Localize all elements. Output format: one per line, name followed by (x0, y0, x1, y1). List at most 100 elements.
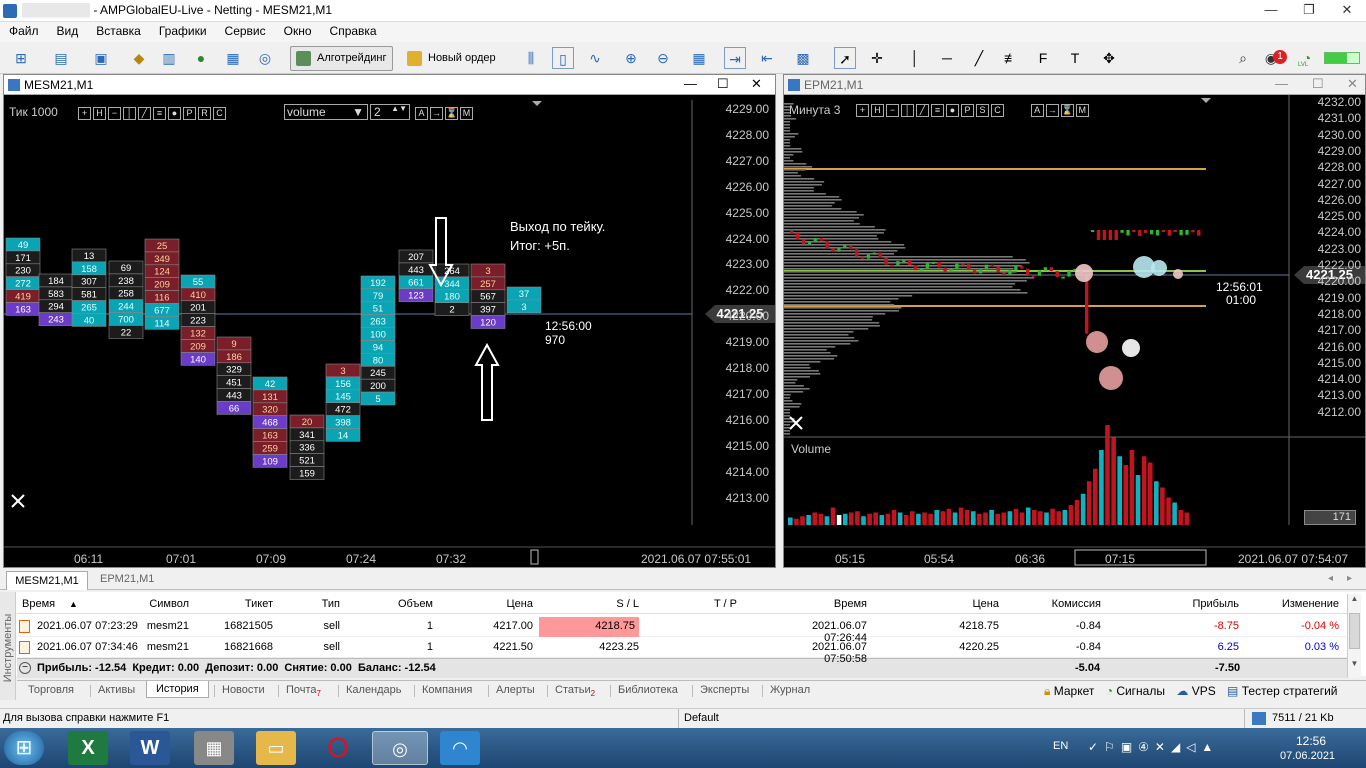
menu-window[interactable]: Окно (275, 22, 321, 40)
candle-chart-icon[interactable]: ▯ (552, 47, 574, 69)
calculator-icon[interactable]: ▦ (194, 731, 234, 765)
menu-tools[interactable]: Сервис (216, 22, 275, 40)
column-header[interactable]: Тикет (213, 598, 273, 610)
menu-help[interactable]: Справка (321, 22, 386, 40)
table-scrollbar[interactable]: ▲ ▼ (1347, 594, 1361, 678)
deal-sell-icon (19, 641, 30, 654)
terminal-tab[interactable]: Библиотека (618, 684, 678, 696)
column-header[interactable]: T / P (677, 598, 737, 610)
chart-tab-mesm21[interactable]: MESM21,M1 (6, 571, 88, 590)
terminal-tab[interactable]: Журнал (770, 684, 810, 696)
terminal-tab[interactable]: История (146, 681, 209, 698)
tile-windows-icon[interactable]: ▦ (688, 47, 710, 69)
trendline-icon[interactable]: ╱ (968, 47, 990, 69)
table-row[interactable]: 2021.06.07 07:23:29 mesm21 16821505 sell 1 42… (17, 617, 1347, 644)
start-button[interactable]: ⊞ (4, 731, 44, 765)
excel-icon[interactable]: X (68, 731, 108, 765)
horizontal-line-icon[interactable]: ─ (936, 47, 958, 69)
indicators-icon[interactable]: ▩ (792, 47, 814, 69)
menu-charts[interactable]: Графики (150, 22, 216, 40)
terminal-tab[interactable]: Почта7 (286, 684, 321, 698)
vps-link[interactable]: VPS (1192, 684, 1216, 698)
right-chart-minimize[interactable]: — (1275, 76, 1288, 91)
left-chart-minimize[interactable]: — (684, 76, 697, 91)
column-header[interactable]: Прибыль (1179, 598, 1239, 610)
terminal-tab[interactable]: Эксперты (700, 684, 749, 696)
market-watch-icon[interactable]: ▣ (90, 47, 112, 69)
strategy-icon[interactable]: ● (190, 47, 212, 69)
terminal-tab[interactable]: Торговля (28, 684, 74, 696)
tabs-right-icon[interactable]: ▸ (1347, 573, 1352, 584)
tester-icon[interactable]: ◎ (254, 47, 276, 69)
text-icon[interactable]: T (1064, 47, 1086, 69)
column-header[interactable]: S / L (579, 598, 639, 610)
zoom-out-icon[interactable]: ⊖ (652, 47, 674, 69)
chart-shift-icon[interactable]: ⇤ (756, 47, 778, 69)
fibo-icon[interactable]: F (1032, 47, 1054, 69)
zoom-in-icon[interactable]: ⊕ (620, 47, 642, 69)
metatrader-icon[interactable]: ◎ (372, 731, 428, 765)
scrollbar-thumb[interactable] (1349, 613, 1360, 649)
column-header[interactable]: Комиссия (1041, 598, 1101, 610)
autoscroll-icon[interactable]: ⇥ (724, 47, 746, 69)
terminal-tab[interactable]: Статьи2 (555, 684, 595, 698)
terminal-tab[interactable]: Активы (98, 684, 135, 696)
explorer-icon[interactable]: ▭ (256, 731, 296, 765)
restore-button[interactable]: ❐ (1290, 0, 1328, 20)
profile-bar (784, 409, 790, 411)
menu-insert[interactable]: Вставка (87, 22, 150, 40)
opera-icon[interactable]: O (318, 731, 358, 765)
column-header[interactable]: Время (807, 598, 867, 610)
column-header[interactable]: Тип (280, 598, 340, 610)
close-button[interactable]: ✕ (1328, 0, 1366, 20)
column-header[interactable]: Время (22, 598, 102, 610)
chart-tab-epm21[interactable]: EPM21,M1 (100, 573, 154, 585)
wifi-app-icon[interactable]: ◠ (440, 731, 480, 765)
market-link[interactable]: Маркет (1054, 684, 1095, 698)
left-chart-canvas[interactable]: 4917123027241916318458329424313158307581… (4, 95, 775, 569)
word-icon[interactable]: W (130, 731, 170, 765)
left-chart-close[interactable]: ✕ (751, 76, 762, 92)
right-chart-maximize[interactable]: ☐ (1312, 76, 1324, 92)
terminal-tab[interactable]: Новости (222, 684, 265, 696)
profile-bar (784, 376, 810, 378)
tester-link[interactable]: Тестер стратегий (1242, 684, 1338, 698)
search-icon[interactable]: ⌕ (1232, 47, 1254, 69)
data-window-icon[interactable]: ▥ (158, 47, 180, 69)
cursor-icon[interactable]: ➚ (834, 47, 856, 69)
signals-link[interactable]: Сигналы (1116, 684, 1165, 698)
algo-trading-button[interactable]: Алготрейдинг (290, 46, 394, 71)
tray-time[interactable]: 12:56 (1296, 734, 1326, 748)
left-chart-maximize[interactable]: ☐ (717, 76, 729, 92)
terminal-tab[interactable]: Компания (422, 684, 472, 696)
tray-lang[interactable]: EN (1053, 740, 1068, 752)
menu-file[interactable]: Файл (0, 22, 48, 40)
right-chart-close[interactable]: ✕ (1347, 76, 1358, 92)
column-header[interactable]: Символ (129, 598, 189, 610)
vertical-line-icon[interactable]: │ (904, 47, 926, 69)
terminal-icon[interactable]: ▦ (222, 47, 244, 69)
new-chart-icon[interactable]: ⊞ (10, 47, 32, 69)
collapse-icon[interactable]: − (19, 662, 31, 674)
terminal-tab[interactable]: Алерты (496, 684, 535, 696)
shapes-icon[interactable]: ✥ (1098, 47, 1120, 69)
new-order-button[interactable]: Новый ордер (402, 46, 502, 71)
bar-chart-icon[interactable]: ⫼ (520, 47, 542, 69)
column-header[interactable]: Изменение (1279, 598, 1339, 610)
navigator-icon[interactable]: ◆ (128, 47, 150, 69)
minimize-button[interactable]: — (1252, 0, 1290, 20)
sort-asc-icon[interactable]: ▲ (69, 599, 78, 609)
column-header[interactable]: Цена (939, 598, 999, 610)
right-chart-canvas[interactable] (784, 95, 1365, 569)
tray-date[interactable]: 07.06.2021 (1280, 750, 1335, 762)
column-header[interactable]: Объем (373, 598, 433, 610)
tabs-left-icon[interactable]: ◂ (1328, 573, 1333, 584)
channels-icon[interactable]: ≢ (1000, 47, 1022, 69)
terminal-tab[interactable]: Календарь (346, 684, 402, 696)
line-chart-icon[interactable]: ∿ (584, 47, 606, 69)
column-header[interactable]: Цена (473, 598, 533, 610)
menu-view[interactable]: Вид (48, 22, 88, 40)
profiles-icon[interactable]: ▤ (50, 47, 72, 69)
crosshair-icon[interactable]: ✛ (866, 47, 888, 69)
table-row[interactable]: 2021.06.07 07:34:46 mesm21 16821668 sell 1 42… (17, 638, 1347, 665)
